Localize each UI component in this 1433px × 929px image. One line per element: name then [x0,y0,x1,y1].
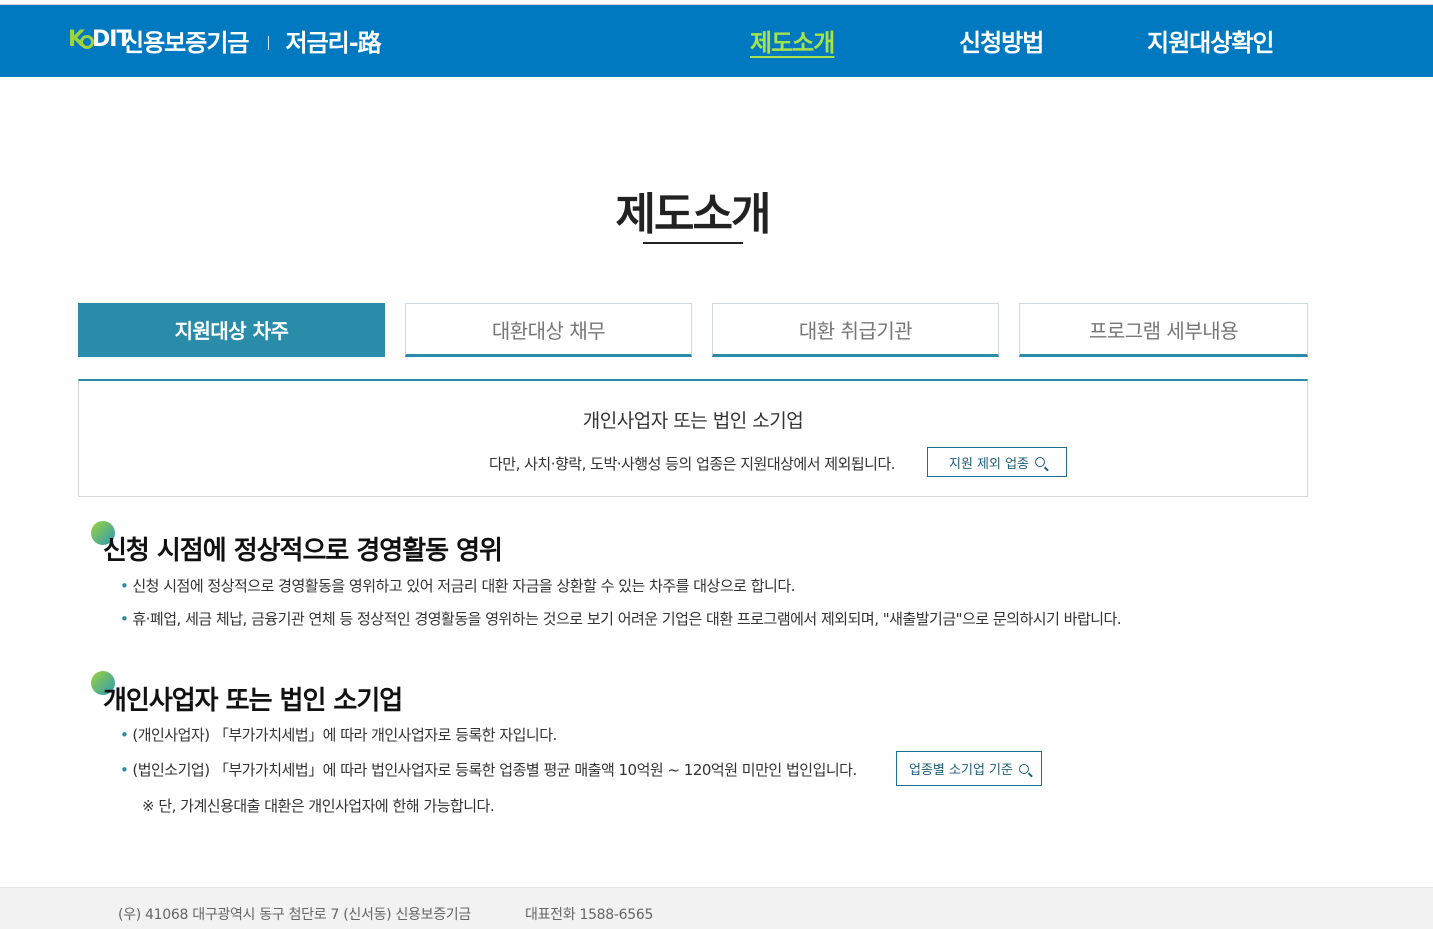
summary-note-text: 다만, 사치·향락, 도박·사행성 등의 업종은 지원대상에서 제외됩니다. [489,455,896,473]
list-item: • 휴·폐업, 세금 체납, 금융기관 연체 등 정상적인 경영활동을 영위하는 … [120,608,1122,629]
tab-eligible-borrower[interactable]: 지원대상 차주 [78,303,385,357]
section-title: 개인사업자 또는 법인 소기업 [103,686,403,716]
footer: (우) 41068 대구광역시 동구 첨단로 7 (신서동) 신용보증기금 대표… [0,887,1433,929]
kodit-logo-mark: K DIT [68,25,131,55]
tab-institutions[interactable]: 대환 취급기관 [712,303,999,357]
section-title: 신청 시점에 정상적으로 경영활동 영위 [103,536,503,566]
list-item: • (법인소기업) 「부가가치세법」에 따라 법인사업자로 등록한 업종별 평균 … [120,759,857,780]
excluded-industries-button[interactable]: 지원 제외 업종 [927,447,1067,477]
bullet-dot: • [120,577,129,595]
top-header: K DIT 신용보증기금 저금리-路 제도소개 신청방법 지원대상확인 [0,4,1433,77]
tab-program-details[interactable]: 프로그램 세부내용 [1019,303,1308,357]
bullet-dot: • [120,610,129,628]
bullet-dot: • [120,761,129,779]
list-item-text: 신청 시점에 정상적으로 경영활동을 영위하고 있어 저금리 대환 자금을 상환… [132,577,795,595]
excluded-industries-label: 지원 제외 업종 [948,456,1030,472]
small-business-criteria-button[interactable]: 업종별 소기업 기준 [896,751,1042,786]
nav-intro[interactable]: 제도소개 [750,23,835,57]
note-text: ※ 단, 가계신용대출 대환은 개인사업자에 한해 가능합니다. [142,797,495,815]
nav-apply-method[interactable]: 신청방법 [959,23,1044,57]
logo-mark-dit: DIT [92,27,131,52]
list-item: • (개인사업자) 「부가가치세법」에 따라 개인사업자로 등록한 자입니다. [120,724,557,745]
small-business-criteria-label: 업종별 소기업 기준 [909,763,1013,778]
logo-divider [268,36,270,50]
title-underline [643,242,743,244]
search-icon [1035,457,1046,467]
summary-box: 개인사업자 또는 법인 소기업 다만, 사치·향락, 도박·사행성 등의 업종은… [78,379,1308,497]
list-item: • 신청 시점에 정상적으로 경영활동을 영위하고 있어 저금리 대환 자금을 상… [120,575,795,596]
logo-org-name: 신용보증기금 [122,28,249,57]
footer-phone: 대표전화 1588-6565 [525,907,654,923]
list-item-text: 휴·폐업, 세금 체납, 금융기관 연체 등 정상적인 경영활동을 영위하는 것… [132,610,1122,628]
nav-eligibility-check[interactable]: 지원대상확인 [1147,23,1274,57]
search-icon [1018,763,1029,774]
summary-main-text: 개인사업자 또는 법인 소기업 [582,410,804,432]
list-item-text: (개인사업자) 「부가가치세법」에 따라 개인사업자로 등록한 자입니다. [132,726,557,744]
tab-refinance-debt[interactable]: 대환대상 채무 [405,303,692,357]
bullet-dot: • [120,726,129,744]
page-title: 제도소개 [615,189,772,240]
footer-address: (우) 41068 대구광역시 동구 첨단로 7 (신서동) 신용보증기금 [118,907,471,923]
logo[interactable]: K DIT 신용보증기금 저금리-路 [68,23,382,57]
list-item-text: (법인소기업) 「부가가치세법」에 따라 법인사업자로 등록한 업종별 평균 매… [132,761,857,779]
logo-service-name: 저금리-路 [285,28,381,57]
